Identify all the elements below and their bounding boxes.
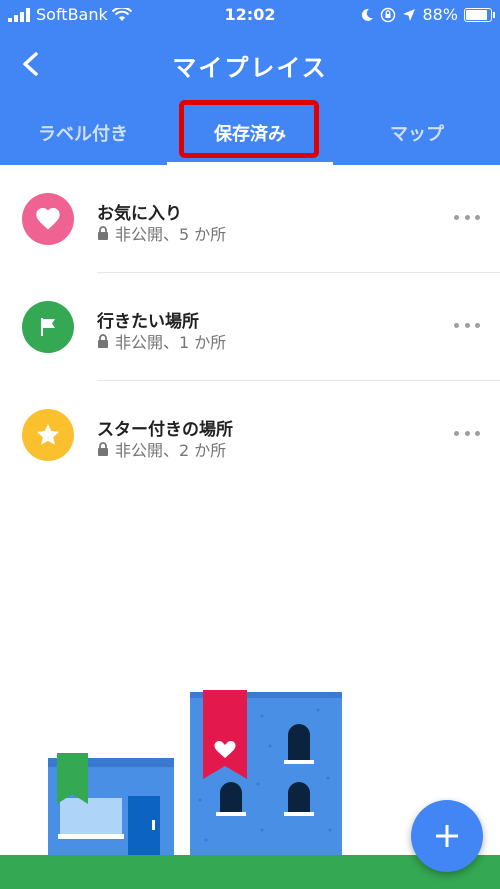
list-detail: 非公開、1 か所 <box>115 333 227 352</box>
location-arrow-icon <box>403 8 416 21</box>
lock-icon <box>98 442 108 456</box>
app-header: SoftBank 12:02 88% マイプレイス ラベル付き 保存済み マップ <box>0 0 500 165</box>
more-options-button[interactable] <box>454 207 480 227</box>
list-item-favorites[interactable]: お気に入り 非公開、5 か所 <box>0 165 500 273</box>
star-icon <box>36 423 60 445</box>
status-bar: SoftBank 12:02 88% <box>0 0 500 30</box>
tab-maps[interactable]: マップ <box>334 100 500 165</box>
rotation-lock-icon <box>381 7 396 22</box>
list-icon <box>22 301 74 353</box>
tab-saved[interactable]: 保存済み <box>167 100 333 165</box>
tab-labeled[interactable]: ラベル付き <box>0 100 166 165</box>
heart-icon <box>36 208 60 230</box>
saved-lists: お気に入り 非公開、5 か所 行きたい場所 非公開、1 か所 スター付きの場所 … <box>0 165 500 489</box>
flag-icon <box>41 318 55 336</box>
list-detail: 非公開、2 か所 <box>115 441 227 460</box>
more-options-button[interactable] <box>454 315 480 335</box>
list-item-starred[interactable]: スター付きの場所 非公開、2 か所 <box>0 381 500 489</box>
lock-icon <box>98 226 108 240</box>
list-item-want-to-go[interactable]: 行きたい場所 非公開、1 か所 <box>0 273 500 381</box>
highlight-box <box>179 100 319 158</box>
moon-icon <box>362 8 374 21</box>
list-detail: 非公開、5 か所 <box>115 225 227 244</box>
tab-label: マップ <box>390 123 444 145</box>
page-title: マイプレイス <box>172 54 328 82</box>
add-list-button[interactable] <box>411 800 483 872</box>
battery-percent: 88% <box>422 5 458 24</box>
list-icon <box>22 193 74 245</box>
lock-icon <box>98 334 108 348</box>
tab-label: ラベル付き <box>38 123 128 145</box>
list-icon <box>22 409 74 461</box>
battery-icon <box>464 7 495 22</box>
tab-bar: ラベル付き 保存済み マップ <box>0 100 500 165</box>
more-options-button[interactable] <box>454 423 480 443</box>
plus-icon <box>436 825 458 847</box>
